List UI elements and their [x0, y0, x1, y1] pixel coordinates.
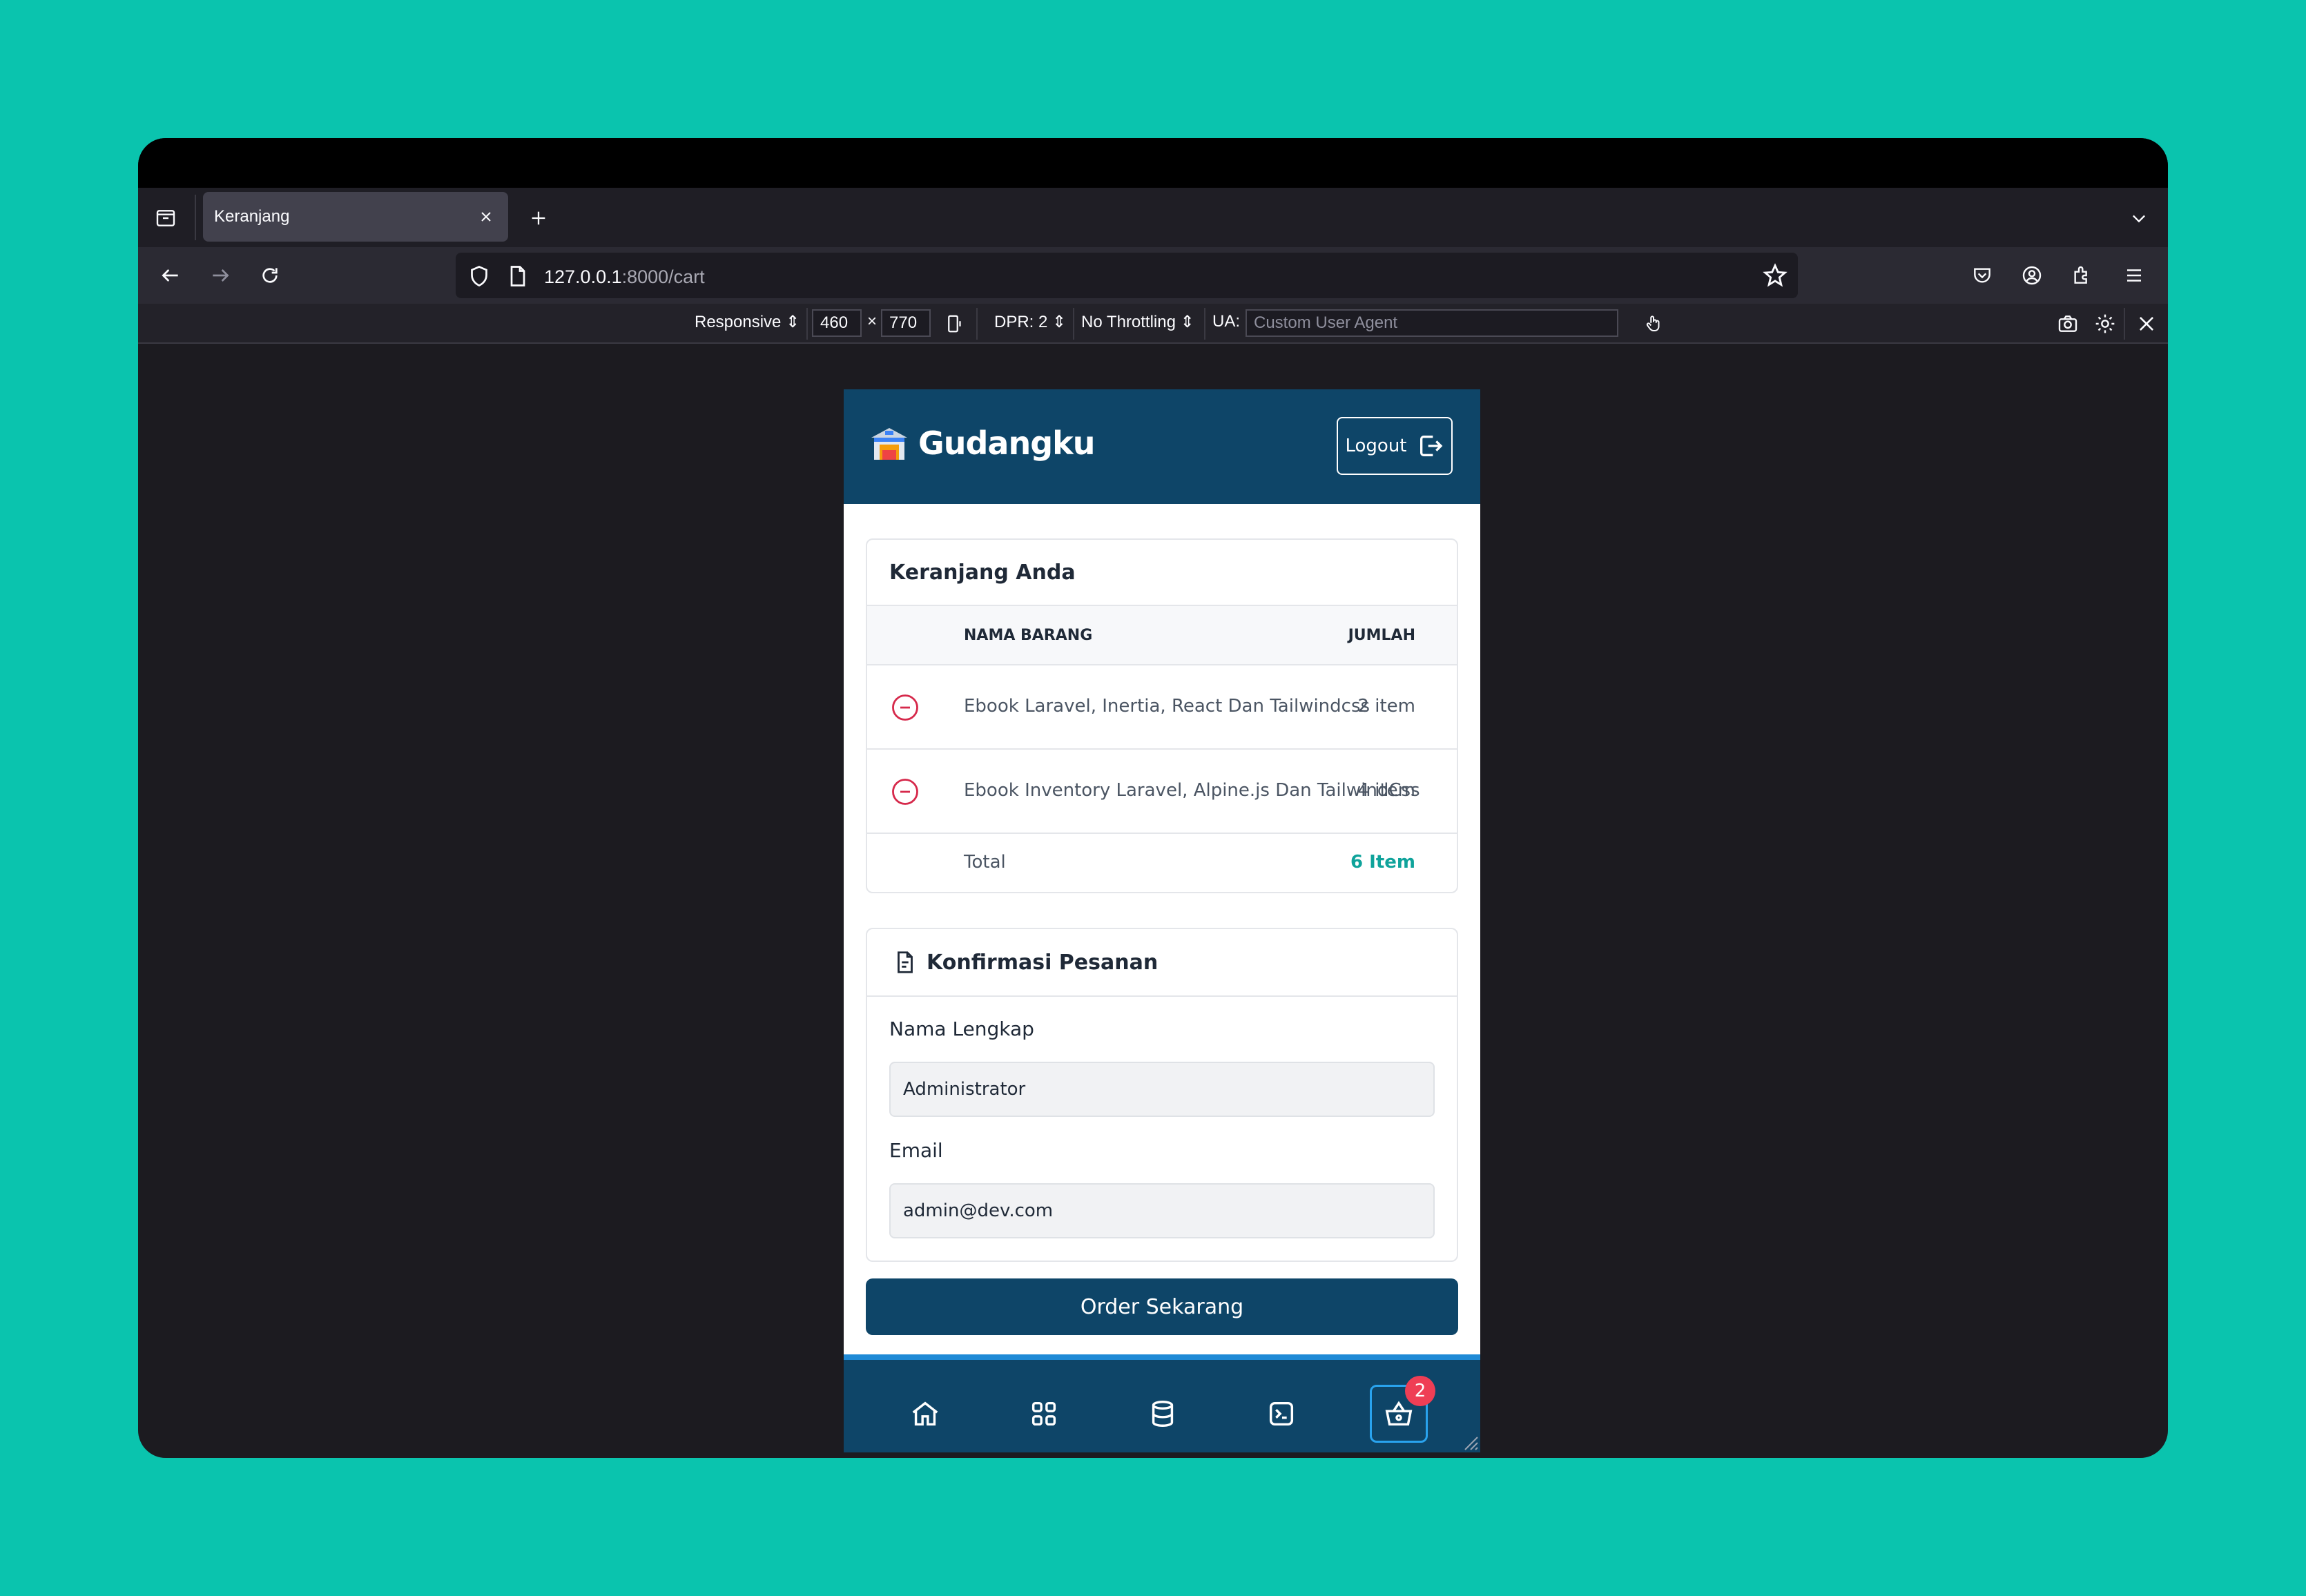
column-header-qty: JUMLAH — [1348, 627, 1415, 644]
item-name: Ebook Laravel, Inertia, React Dan Tailwi… — [964, 696, 1370, 717]
settings-gear-icon[interactable] — [2092, 311, 2118, 337]
forward-arrow-icon[interactable] — [203, 258, 238, 293]
rotate-device-icon[interactable] — [942, 311, 968, 337]
page-icon — [505, 264, 530, 289]
warehouse-icon — [871, 428, 907, 460]
item-name: Ebook Inventory Laravel, Alpine.js Dan T… — [964, 780, 1420, 801]
logout-button[interactable]: Logout — [1337, 417, 1453, 475]
viewport-width-input[interactable]: 460 — [812, 309, 862, 337]
throttling-select[interactable]: No Throttling ⇕ — [1081, 312, 1194, 332]
divider — [1073, 308, 1074, 340]
viewport-height-input[interactable]: 770 — [881, 309, 931, 337]
dimension-separator: × — [867, 312, 878, 331]
confirm-card-header: Konfirmasi Pesanan — [867, 929, 1457, 997]
screenshot-camera-icon[interactable] — [2055, 311, 2081, 337]
back-arrow-icon[interactable] — [153, 258, 188, 293]
divider — [1204, 308, 1205, 340]
cart-count-badge: 2 — [1405, 1376, 1435, 1406]
divider — [806, 308, 808, 340]
user-agent-input[interactable]: Custom User Agent — [1246, 309, 1618, 337]
column-header-name: NAMA BARANG — [964, 627, 1093, 644]
close-rdm-icon[interactable] — [2133, 311, 2160, 337]
ua-label: UA: — [1212, 312, 1241, 331]
touch-simulation-icon[interactable] — [1640, 311, 1667, 337]
confirm-title: Konfirmasi Pesanan — [927, 950, 1159, 975]
total-row: Total 6 Item — [867, 834, 1457, 893]
total-label: Total — [964, 852, 1006, 873]
divider — [2124, 308, 2125, 340]
browser-window: Keranjang 127.0.0.1:8000/cart Responsive… — [138, 138, 2168, 1458]
app-header: Gudangku Logout — [844, 389, 1480, 504]
cart-basket-icon[interactable]: 2 — [1370, 1376, 1435, 1443]
window-titlebar — [138, 138, 2168, 188]
total-value: 6 Item — [1350, 852, 1415, 873]
pocket-icon[interactable] — [1965, 258, 1999, 293]
tab-title: Keranjang — [214, 207, 290, 226]
chevron-down-icon[interactable] — [2124, 203, 2154, 233]
full-name-label: Nama Lengkap — [889, 1018, 1034, 1040]
tab-list-icon[interactable] — [152, 204, 180, 232]
divider — [976, 308, 978, 340]
table-header: NAMA BARANG JUMLAH — [867, 606, 1457, 665]
brand-name: Gudangku — [918, 425, 1095, 462]
logout-label: Logout — [1345, 436, 1407, 456]
dpr-select[interactable]: DPR: 2 ⇕ — [994, 312, 1066, 332]
order-now-button[interactable]: Order Sekarang — [866, 1278, 1458, 1335]
grid-icon[interactable] — [1015, 1385, 1073, 1443]
full-name-field[interactable]: Administrator — [889, 1062, 1435, 1117]
device-mode-select[interactable]: Responsive ⇕ — [695, 312, 800, 332]
reload-icon[interactable] — [253, 258, 287, 293]
url-bar[interactable]: 127.0.0.1:8000/cart — [456, 253, 1798, 298]
table-row: Ebook Laravel, Inertia, React Dan Tailwi… — [867, 665, 1457, 750]
document-icon — [898, 951, 913, 973]
tab-active[interactable]: Keranjang — [203, 192, 508, 242]
item-qty: 4 item — [1357, 780, 1415, 801]
brand[interactable]: Gudangku — [869, 422, 1095, 464]
shield-icon[interactable] — [467, 264, 492, 289]
logout-icon — [1420, 436, 1442, 456]
bottom-navigation: 2 — [844, 1354, 1480, 1452]
order-confirmation-card: Konfirmasi Pesanan Nama Lengkap Administ… — [866, 928, 1458, 1262]
tab-separator — [195, 195, 196, 240]
cart-title: Keranjang Anda — [889, 561, 1076, 585]
terminal-icon[interactable] — [1252, 1385, 1310, 1443]
responsive-design-toolbar: Responsive ⇕ 460 × 770 DPR: 2 ⇕ No Throt… — [138, 304, 2168, 344]
email-field[interactable]: admin@dev.com — [889, 1183, 1435, 1238]
item-qty: 2 item — [1357, 696, 1415, 717]
url-text: 127.0.0.1:8000/cart — [544, 266, 705, 287]
tab-close-icon[interactable] — [474, 204, 498, 229]
database-icon[interactable] — [1134, 1385, 1192, 1443]
remove-item-icon[interactable] — [891, 777, 920, 806]
device-viewport: Gudangku Logout Keranjang Anda NAMA BARA… — [844, 389, 1480, 1452]
home-icon[interactable] — [896, 1385, 954, 1443]
cart-card: Keranjang Anda NAMA BARANG JUMLAH Ebook … — [866, 538, 1458, 893]
bookmark-star-icon[interactable] — [1762, 262, 1788, 289]
table-row: Ebook Inventory Laravel, Alpine.js Dan T… — [867, 750, 1457, 834]
menu-icon[interactable] — [2117, 258, 2151, 293]
email-label: Email — [889, 1139, 943, 1162]
navigation-toolbar: 127.0.0.1:8000/cart — [138, 247, 2168, 304]
cart-card-header: Keranjang Anda — [867, 540, 1457, 606]
resize-handle-icon[interactable] — [1461, 1433, 1479, 1451]
tab-strip: Keranjang — [138, 188, 2168, 247]
extensions-icon[interactable] — [2064, 258, 2099, 293]
account-icon[interactable] — [2015, 258, 2049, 293]
remove-item-icon[interactable] — [891, 693, 920, 722]
new-tab-plus-icon[interactable] — [522, 202, 555, 235]
